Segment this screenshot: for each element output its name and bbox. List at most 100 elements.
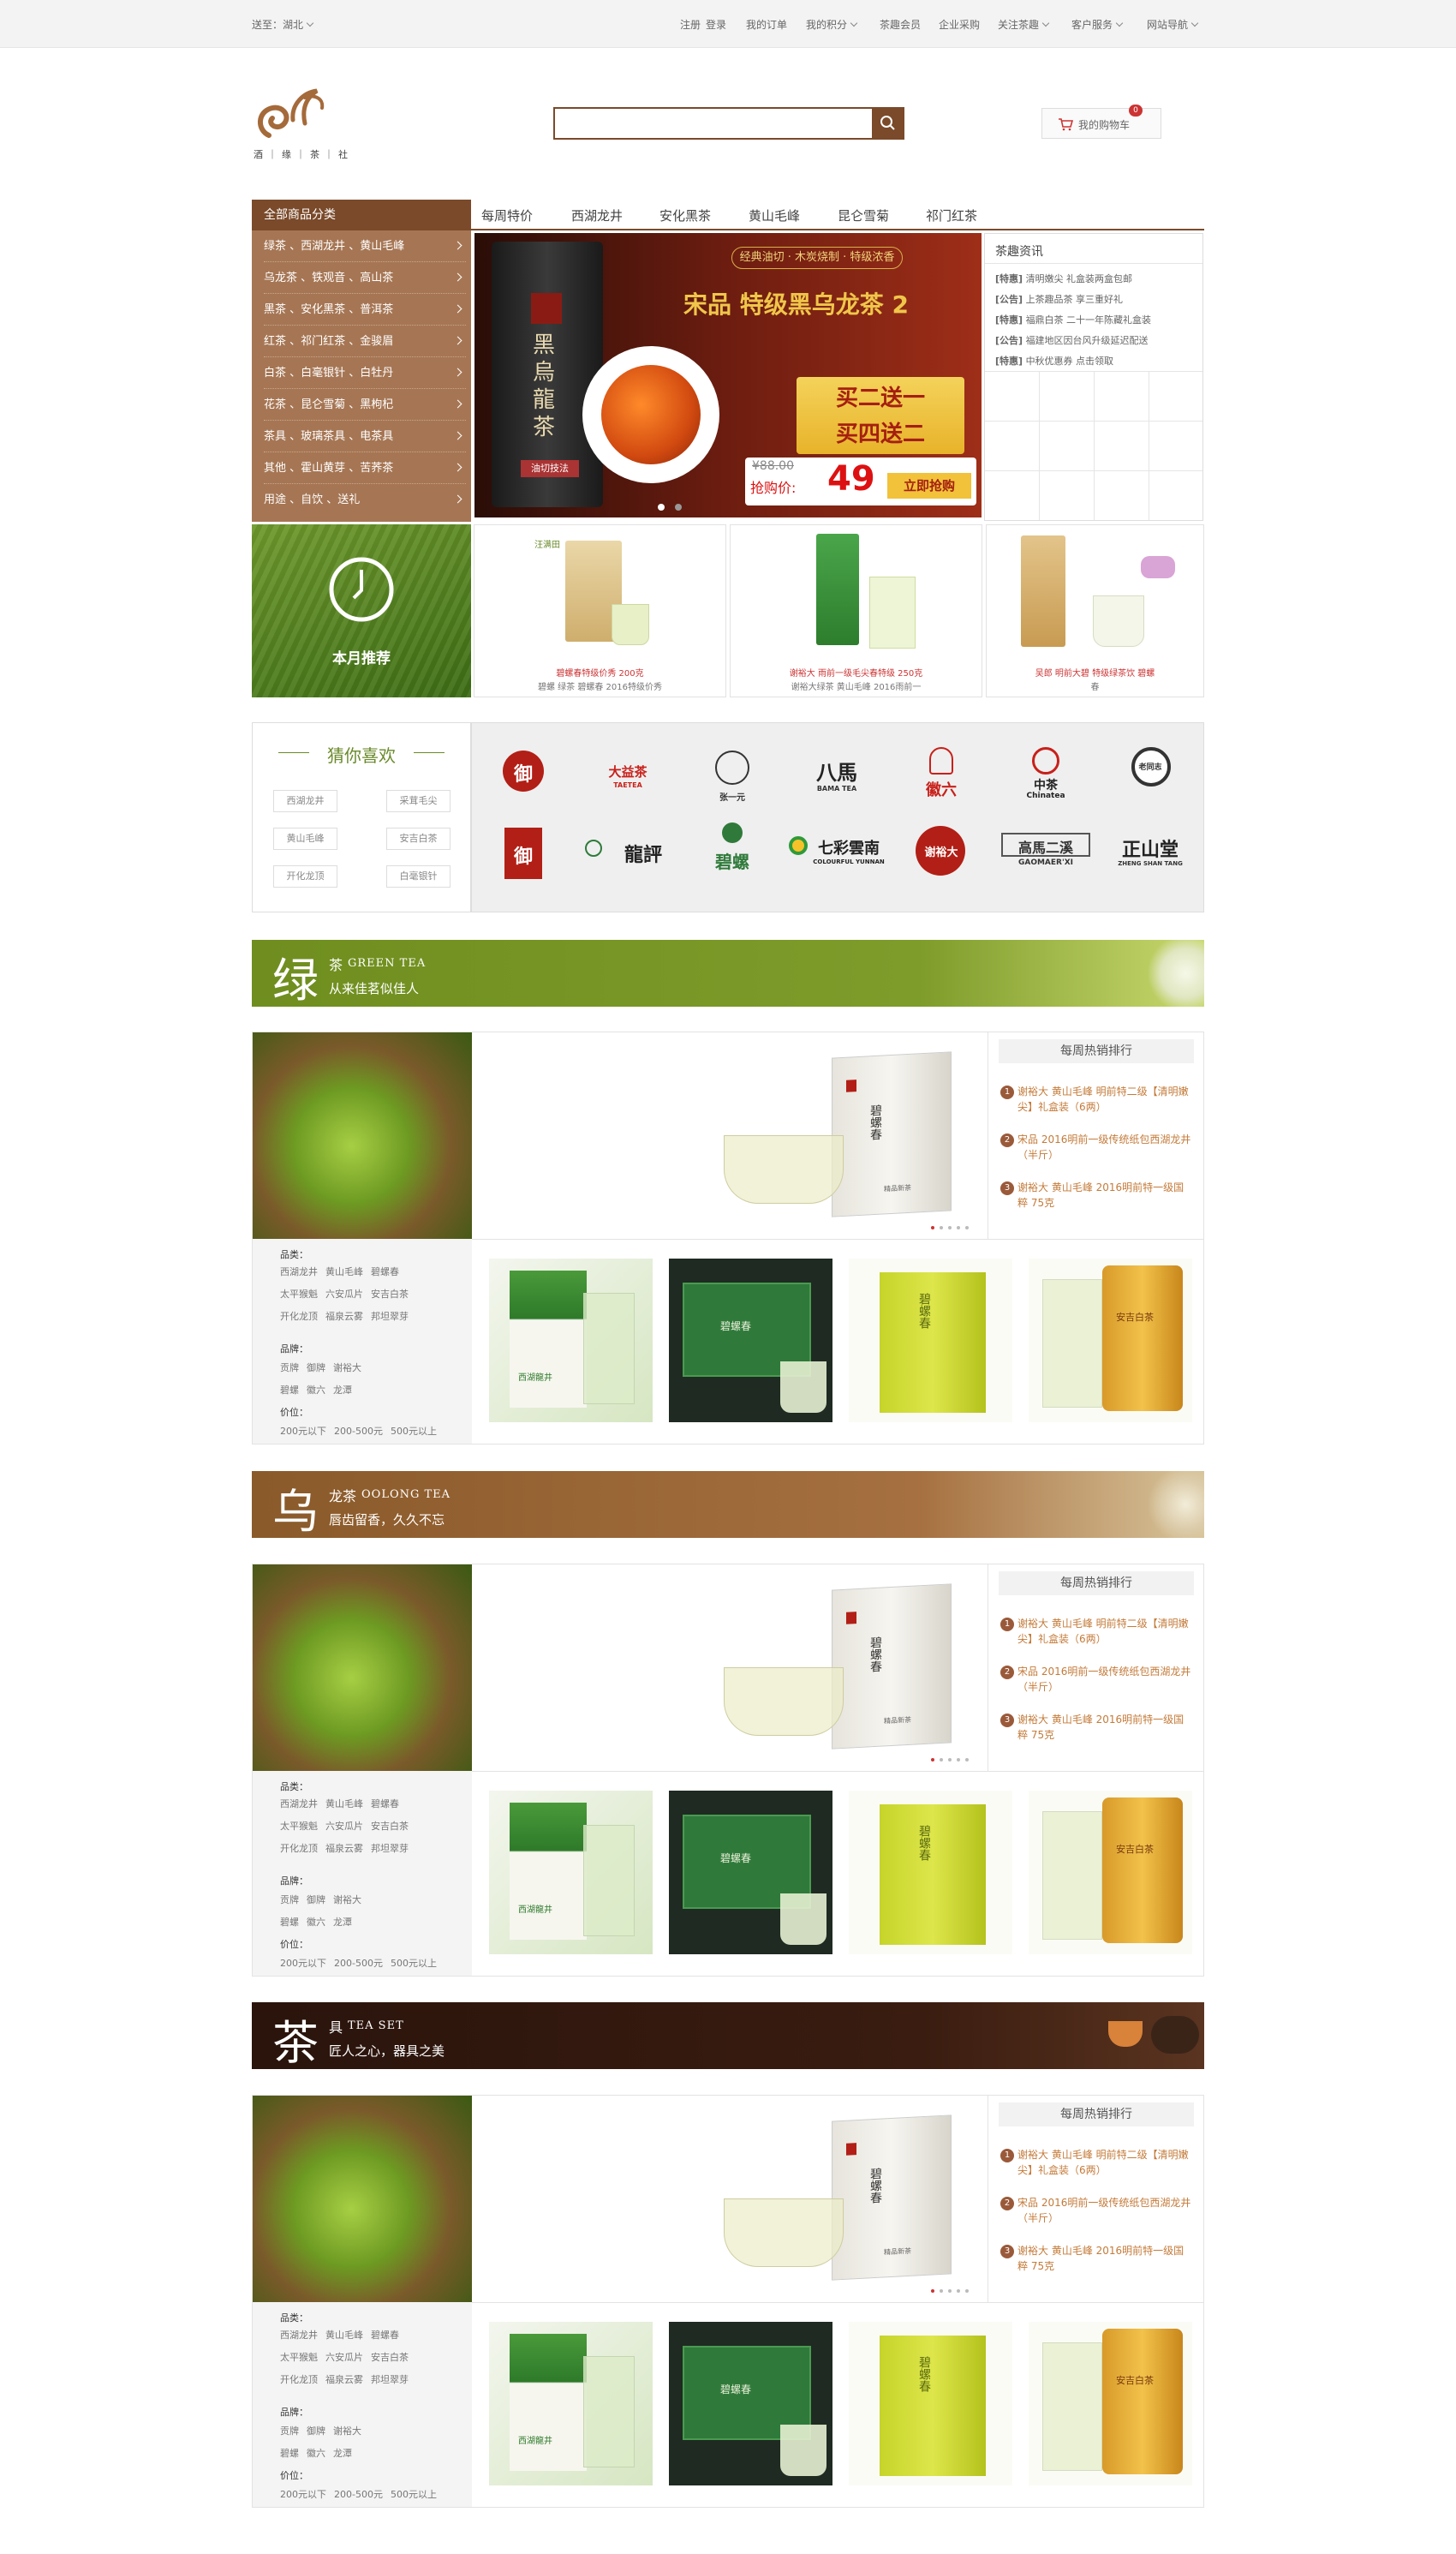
guess-tag[interactable]: 安吉白茶 — [386, 828, 451, 850]
service-link[interactable]: 客户服务 — [1071, 17, 1124, 32]
tab-huangshan-maofeng[interactable]: 黄山毛峰 — [749, 206, 800, 224]
brand-logo[interactable]: 徽六 — [890, 732, 993, 817]
category-item-white-tea[interactable]: 白茶 、白毫银针 、白牡丹 — [264, 357, 466, 389]
product-thumb[interactable]: 碧螺春 — [669, 2322, 832, 2485]
carousel-dot[interactable] — [957, 1226, 960, 1229]
brand-logo[interactable]: 龍評 — [576, 819, 679, 905]
product-thumb[interactable]: 碧螺春 — [669, 1791, 832, 1954]
type-row[interactable]: 太平猴魁 六安瓜片 安吉白茶 — [280, 1287, 416, 1301]
carousel-dot[interactable] — [948, 1226, 952, 1229]
logo[interactable]: 酒 ｜ 缘 ｜ 茶 ｜ 社 — [254, 86, 348, 163]
type-row[interactable]: 开化龙顶 福泉云雾 邦坦翠芽 — [280, 1841, 416, 1855]
brand-logo[interactable]: 老同志 — [1099, 732, 1202, 817]
section-photo[interactable] — [253, 1564, 472, 1771]
brand-row[interactable]: 贡牌 御牌 谢裕大 — [280, 1893, 369, 1906]
brand-logo[interactable]: 八馬 BAMA TEA — [785, 732, 888, 817]
featured-product-card[interactable]: 汪满田 碧螺春特级价秀 200克 碧螺 绿茶 碧螺春 2016特级价秀 — [474, 524, 726, 697]
tab-qimen-hongcha[interactable]: 祁门红茶 — [926, 206, 977, 224]
price-row[interactable]: 200元以下 200-500元 500元以上 — [280, 1956, 445, 1970]
type-row[interactable]: 西湖龙井 黄山毛峰 碧螺春 — [280, 1265, 407, 1278]
category-item-oolong[interactable]: 乌龙茶 、铁观音 、高山茶 — [264, 262, 466, 294]
section-hero[interactable]: 碧螺春 精品新茶 — [472, 1564, 988, 1771]
all-categories-header[interactable]: 全部商品分类 — [252, 200, 471, 230]
guess-tag[interactable]: 开化龙顶 — [273, 865, 337, 888]
product-thumb[interactable]: 西湖龍井 — [489, 2322, 653, 2485]
brand-logo[interactable]: 中茶 Chinatea — [994, 732, 1097, 817]
carousel-dot[interactable] — [658, 504, 665, 511]
location-selector[interactable]: 送至：湖北 — [252, 17, 314, 32]
carousel-dot[interactable] — [931, 1758, 934, 1761]
brand-logo[interactable]: 碧螺 — [681, 819, 784, 905]
member-link[interactable]: 茶趣会员 — [880, 17, 921, 32]
featured-product-card[interactable]: 谢裕大 雨前一级毛尖春特级 250克 谢裕大绿茶 黄山毛峰 2016雨前一 — [730, 524, 982, 697]
login-link[interactable]: 登录 — [706, 17, 726, 32]
brand-row[interactable]: 碧螺 徽六 龙潭 — [280, 2446, 360, 2460]
product-thumb[interactable]: 西湖龍井 — [489, 1259, 653, 1422]
carousel-dot[interactable] — [931, 2289, 934, 2293]
tab-xihu-longjing[interactable]: 西湖龙井 — [571, 206, 623, 224]
search-button[interactable] — [872, 107, 904, 140]
follow-link[interactable]: 关注茶趣 — [998, 17, 1050, 32]
enterprise-link[interactable]: 企业采购 — [939, 17, 980, 32]
section-photo[interactable] — [253, 1032, 472, 1239]
section-banner-tea-set[interactable]: 茶 具 TEA SET 匠人之心，器具之美 — [252, 2002, 1204, 2070]
guess-tag[interactable]: 采茸毛尖 — [386, 790, 451, 812]
tab-anhua-heicha[interactable]: 安化黑茶 — [659, 206, 711, 224]
type-row[interactable]: 开化龙顶 福泉云雾 邦坦翠芽 — [280, 1309, 416, 1323]
type-row[interactable]: 西湖龙井 黄山毛峰 碧螺春 — [280, 1797, 407, 1810]
section-photo[interactable] — [253, 2096, 472, 2302]
carousel-dot[interactable] — [948, 2289, 952, 2293]
brand-logo[interactable]: 正山堂 ZHENG SHAN TANG — [1099, 819, 1202, 905]
category-item-black-tea[interactable]: 红茶 、祁门红茶 、金骏眉 — [264, 326, 466, 357]
my-points-link[interactable]: 我的积分 — [806, 17, 858, 32]
price-row[interactable]: 200元以下 200-500元 500元以上 — [280, 1424, 445, 1438]
product-thumb[interactable]: 碧螺春 — [849, 1259, 1012, 1422]
carousel-dot[interactable] — [675, 504, 682, 511]
category-item-dark-tea[interactable]: 黑茶 、安化黑茶 、普洱茶 — [264, 294, 466, 326]
tab-kunlun-xueju[interactable]: 昆仑雪菊 — [838, 206, 889, 224]
news-item[interactable]: [特惠] 福鼎白茶 二十一年陈藏礼盒装 — [995, 313, 1151, 326]
carousel-dot[interactable] — [940, 1226, 943, 1229]
product-thumb[interactable]: 西湖龍井 — [489, 1791, 653, 1954]
my-orders-link[interactable]: 我的订单 — [746, 17, 787, 32]
brand-row[interactable]: 碧螺 徽六 龙潭 — [280, 1383, 360, 1397]
brand-row[interactable]: 贡牌 御牌 谢裕大 — [280, 2424, 369, 2437]
brand-logo[interactable]: 御 — [472, 819, 575, 905]
promo-banner[interactable]: 黑烏龍茶 油切技法 经典油切 · 木炭烧制 · 特级浓香 宋品 特级黑乌龙茶 2… — [474, 233, 982, 517]
register-link[interactable]: 注册 — [680, 17, 701, 32]
carousel-dot[interactable] — [957, 2289, 960, 2293]
product-thumb[interactable]: 安吉白茶 — [1029, 1791, 1192, 1954]
news-item[interactable]: [特惠] 中秋优惠券 点击领取 — [995, 354, 1113, 368]
carousel-dot[interactable] — [965, 1758, 969, 1761]
carousel-dot[interactable] — [957, 1758, 960, 1761]
guess-tag[interactable]: 白毫银针 — [386, 865, 451, 888]
price-row[interactable]: 200元以下 200-500元 500元以上 — [280, 2487, 445, 2501]
category-item-usage[interactable]: 用途 、自饮 、送礼 — [264, 484, 466, 516]
section-banner-green-tea[interactable]: 绿 茶 GREEN TEA 从来佳茗似佳人 — [252, 940, 1204, 1008]
product-thumb[interactable]: 碧螺春 — [849, 2322, 1012, 2485]
product-thumb[interactable]: 安吉白茶 — [1029, 1259, 1192, 1422]
guess-tag[interactable]: 西湖龙井 — [273, 790, 337, 812]
category-item-other[interactable]: 其他 、霍山黄芽 、苦荞茶 — [264, 452, 466, 484]
category-item-tea-set[interactable]: 茶具 、玻璃茶具 、电茶具 — [264, 421, 466, 452]
news-item[interactable]: [特惠] 清明嫩尖 礼盒装两盒包邮 — [995, 272, 1132, 285]
section-hero[interactable]: 碧螺春 精品新茶 — [472, 2096, 988, 2302]
carousel-dot[interactable] — [965, 1226, 969, 1229]
product-thumb[interactable]: 安吉白茶 — [1029, 2322, 1192, 2485]
search-input[interactable] — [553, 107, 904, 140]
product-thumb[interactable]: 碧螺春 — [669, 1259, 832, 1422]
product-thumb[interactable]: 碧螺春 — [849, 1791, 1012, 1954]
type-row[interactable]: 太平猴魁 六安瓜片 安吉白茶 — [280, 2350, 416, 2364]
brand-logo[interactable]: 御 — [472, 732, 575, 817]
brand-logo[interactable]: 大益茶 TAETEA — [576, 732, 679, 817]
carousel-dot[interactable] — [940, 1758, 943, 1761]
cart-button[interactable]: 我的购物车 — [1041, 108, 1161, 139]
type-row[interactable]: 开化龙顶 福泉云雾 邦坦翠芽 — [280, 2372, 416, 2386]
news-item[interactable]: [公告] 上茶趣品茶 享三重好礼 — [995, 292, 1123, 306]
brand-logo[interactable]: 七彩雲南 COLOURFUL YUNNAN — [785, 819, 888, 905]
type-row[interactable]: 西湖龙井 黄山毛峰 碧螺春 — [280, 2328, 407, 2342]
carousel-dot[interactable] — [940, 2289, 943, 2293]
brand-row[interactable]: 碧螺 徽六 龙潭 — [280, 1915, 360, 1929]
carousel-dot[interactable] — [948, 1758, 952, 1761]
section-hero[interactable]: 碧螺春 精品新茶 — [472, 1032, 988, 1239]
